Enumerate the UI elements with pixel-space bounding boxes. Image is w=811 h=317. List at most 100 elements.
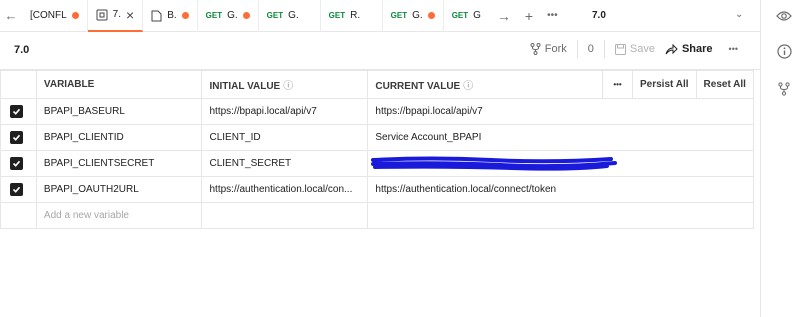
share-button[interactable]: Share bbox=[665, 43, 713, 55]
right-rail bbox=[760, 0, 811, 317]
initial-value-cell[interactable]: https://authentication.local/con... bbox=[201, 176, 369, 203]
column-label: INITIAL VALUE bbox=[209, 81, 281, 92]
method-badge: GET bbox=[205, 11, 223, 20]
fork-label: Fork bbox=[544, 43, 567, 55]
chevron-down-icon[interactable]: ⌄ bbox=[735, 9, 743, 20]
add-variable-input[interactable]: Add a new variable bbox=[35, 202, 203, 229]
more-icon[interactable]: ••• bbox=[602, 70, 633, 99]
unsaved-dot-icon bbox=[427, 12, 435, 19]
more-icon[interactable]: ••• bbox=[729, 44, 738, 54]
initial-value-cell[interactable]: https://bpapi.local/api/v7 bbox=[201, 98, 369, 125]
initial-value-column-header: INITIAL VALUE ⓘ bbox=[201, 70, 369, 99]
tab-label: G. bbox=[227, 10, 238, 21]
tab-get-5[interactable]: GET G bbox=[444, 0, 489, 32]
close-icon[interactable]: × bbox=[126, 8, 134, 22]
plus-icon[interactable]: + bbox=[525, 8, 533, 24]
fork-button[interactable]: Fork bbox=[530, 43, 567, 55]
current-value-cell[interactable]: Service Account_BPAPI bbox=[367, 124, 754, 151]
variables-table: VARIABLE INITIAL VALUE ⓘ CURRENT VALUE ⓘ •… bbox=[0, 70, 755, 229]
info-icon[interactable] bbox=[774, 41, 794, 61]
tab-actions: → + ••• bbox=[489, 8, 558, 24]
tab-get-4[interactable]: GET G. bbox=[383, 0, 444, 32]
divider bbox=[603, 40, 605, 58]
tab-label: 7. bbox=[112, 9, 122, 20]
tab-label: B. bbox=[167, 10, 177, 21]
add-variable-row: Add a new variable bbox=[0, 202, 754, 229]
checkbox-cell bbox=[0, 176, 37, 203]
column-label: CURRENT VALUE bbox=[375, 81, 461, 92]
page-title: 7.0 bbox=[14, 44, 30, 56]
current-value-cell[interactable] bbox=[367, 202, 754, 229]
save-icon bbox=[614, 43, 626, 55]
tab-label: R. bbox=[350, 10, 361, 21]
table-row: BPAPI_OAUTH2URL https://authentication.l… bbox=[0, 176, 754, 203]
current-value-cell[interactable] bbox=[367, 150, 754, 177]
share-icon bbox=[665, 43, 678, 54]
environment-selector[interactable]: 7.0 bbox=[592, 10, 606, 21]
tab-get-3[interactable]: GET R. bbox=[321, 0, 383, 32]
divider bbox=[576, 40, 578, 58]
checkbox-cell bbox=[0, 98, 37, 125]
persist-all-button[interactable]: Persist All bbox=[631, 70, 697, 99]
fork-count: 0 bbox=[587, 43, 594, 55]
tab-environment-active[interactable]: 7. × bbox=[87, 0, 144, 32]
unsaved-dot-icon bbox=[71, 12, 79, 19]
checkbox-cell bbox=[0, 150, 37, 177]
current-value-column-header: CURRENT VALUE ⓘ bbox=[367, 70, 604, 99]
more-icon[interactable]: ••• bbox=[547, 10, 558, 21]
tab-b[interactable]: B. bbox=[143, 0, 198, 32]
method-badge: GET bbox=[390, 11, 408, 20]
environment-icon bbox=[96, 9, 108, 21]
arrow-right-icon[interactable]: → bbox=[497, 8, 511, 24]
method-badge: GET bbox=[266, 11, 284, 20]
initial-value-cell[interactable]: CLIENT_SECRET bbox=[201, 150, 369, 177]
tab-label: G. bbox=[288, 10, 299, 21]
initial-value-cell[interactable]: CLIENT_ID bbox=[201, 124, 369, 151]
column-label: VARIABLE bbox=[43, 79, 95, 90]
checkbox-column-header bbox=[0, 70, 37, 99]
tab-label: G. bbox=[412, 10, 423, 21]
table-row: BPAPI_CLIENTID CLIENT_ID Service Account… bbox=[0, 124, 754, 151]
tab-bar: ← [CONFL 7. × B. GET G. GET G. GET R. GE… bbox=[0, 0, 760, 32]
save-label: Save bbox=[629, 43, 655, 55]
table-row: BPAPI_BASEURL https://bpapi.local/api/v7… bbox=[0, 98, 754, 125]
variable-name-cell[interactable]: BPAPI_CLIENTSECRET bbox=[35, 150, 203, 177]
current-value-cell[interactable]: https://bpapi.local/api/v7 bbox=[367, 98, 754, 125]
info-icon[interactable]: ⓘ bbox=[463, 81, 473, 92]
table-row: BPAPI_CLIENTSECRET CLIENT_SECRET bbox=[0, 150, 754, 177]
method-badge: GET bbox=[328, 11, 346, 20]
redaction-scribble bbox=[371, 156, 618, 171]
checkbox-checked-icon[interactable] bbox=[10, 156, 23, 170]
checkbox-checked-icon[interactable] bbox=[10, 130, 23, 144]
header-actions: Fork 0 Save Share ••• bbox=[530, 40, 738, 58]
fork-icon[interactable] bbox=[774, 79, 794, 99]
eye-icon[interactable] bbox=[774, 6, 794, 26]
tab-label: [CONFL bbox=[30, 10, 67, 21]
tab-get-2[interactable]: GET G. bbox=[259, 0, 321, 32]
unsaved-dot-icon bbox=[242, 12, 250, 19]
method-badge: GET bbox=[451, 11, 469, 20]
environment-header: 7.0 Fork 0 Save Share ••• bbox=[0, 32, 760, 70]
variable-name-cell[interactable]: BPAPI_BASEURL bbox=[35, 98, 203, 125]
reset-all-button[interactable]: Reset All bbox=[695, 70, 755, 99]
info-icon[interactable]: ⓘ bbox=[283, 81, 293, 92]
save-button[interactable]: Save bbox=[614, 43, 655, 55]
unsaved-dot-icon bbox=[181, 12, 189, 19]
variable-name-cell[interactable]: BPAPI_CLIENTID bbox=[35, 124, 203, 151]
arrow-left-icon[interactable]: ← bbox=[0, 8, 22, 23]
tab-get-1[interactable]: GET G. bbox=[198, 0, 259, 32]
tab-confl[interactable]: [CONFL bbox=[22, 0, 88, 32]
document-icon bbox=[151, 10, 162, 22]
checkbox-checked-icon[interactable] bbox=[10, 182, 23, 196]
checkbox-cell bbox=[0, 202, 37, 229]
checkbox-cell bbox=[0, 124, 37, 151]
initial-value-cell[interactable] bbox=[201, 202, 369, 229]
current-value-cell[interactable]: https://authentication.local/connect/tok… bbox=[367, 176, 754, 203]
variable-name-cell[interactable]: BPAPI_OAUTH2URL bbox=[35, 176, 203, 203]
fork-icon bbox=[530, 43, 541, 55]
table-header-row: VARIABLE INITIAL VALUE ⓘ CURRENT VALUE ⓘ •… bbox=[0, 70, 755, 99]
tab-label: G bbox=[473, 10, 481, 21]
variable-column-header: VARIABLE bbox=[35, 70, 203, 99]
share-label: Share bbox=[681, 43, 713, 55]
checkbox-checked-icon[interactable] bbox=[10, 104, 23, 118]
